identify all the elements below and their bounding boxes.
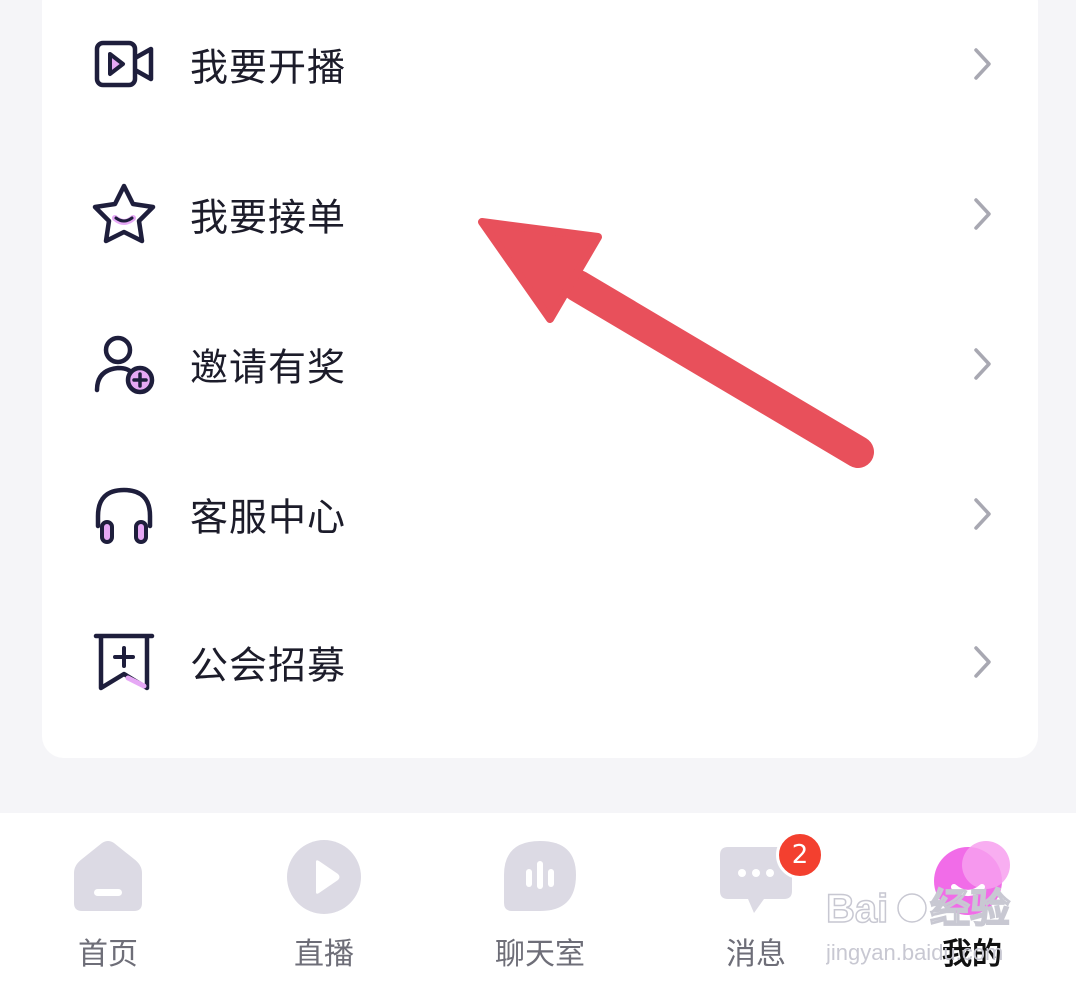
video-play-icon (88, 28, 160, 100)
menu-item-label: 公会招募 (190, 643, 347, 688)
chevron-right-icon (972, 497, 994, 531)
menu-item-start-live[interactable]: 我要开播 (42, 0, 1038, 139)
bottom-tab-bar: 首页 直播 聊天室 2 消息 我的 (0, 813, 1076, 992)
chevron-right-icon (972, 347, 994, 381)
tab-chatroom[interactable]: 聊天室 (470, 813, 610, 992)
tab-home[interactable]: 首页 (38, 813, 178, 992)
menu-item-label: 邀请有奖 (190, 345, 347, 390)
home-icon (66, 835, 150, 919)
tab-label: 聊天室 (495, 937, 585, 972)
tab-label: 直播 (294, 937, 354, 972)
headphones-icon (88, 478, 160, 550)
play-icon (282, 835, 366, 919)
chevron-right-icon (972, 645, 994, 679)
tab-label: 首页 (78, 937, 138, 972)
star-smile-icon (88, 178, 160, 250)
menu-item-invite-rewards[interactable]: 邀请有奖 (42, 289, 1038, 439)
menu-item-take-orders[interactable]: 我要接单 (42, 139, 1038, 289)
tab-live[interactable]: 直播 (254, 813, 394, 992)
tab-profile[interactable]: 我的 (902, 813, 1042, 992)
menu-item-customer-service[interactable]: 客服中心 (42, 439, 1038, 589)
chevron-right-icon (972, 47, 994, 81)
menu-item-label: 我要开播 (190, 45, 347, 90)
menu-item-guild-recruitment[interactable]: 公会招募 (42, 587, 1038, 737)
tab-messages[interactable]: 2 消息 (686, 813, 826, 992)
menu-item-label: 客服中心 (190, 495, 347, 540)
tab-label: 消息 (726, 937, 786, 972)
chevron-right-icon (972, 197, 994, 231)
unread-badge: 2 (776, 831, 824, 879)
user-add-icon (88, 328, 160, 400)
voice-wave-icon (498, 835, 582, 919)
tab-label: 我的 (942, 937, 1002, 972)
smile-blob-icon (930, 835, 1014, 919)
bookmark-plus-icon (88, 626, 160, 698)
menu-item-label: 我要接单 (190, 195, 347, 240)
